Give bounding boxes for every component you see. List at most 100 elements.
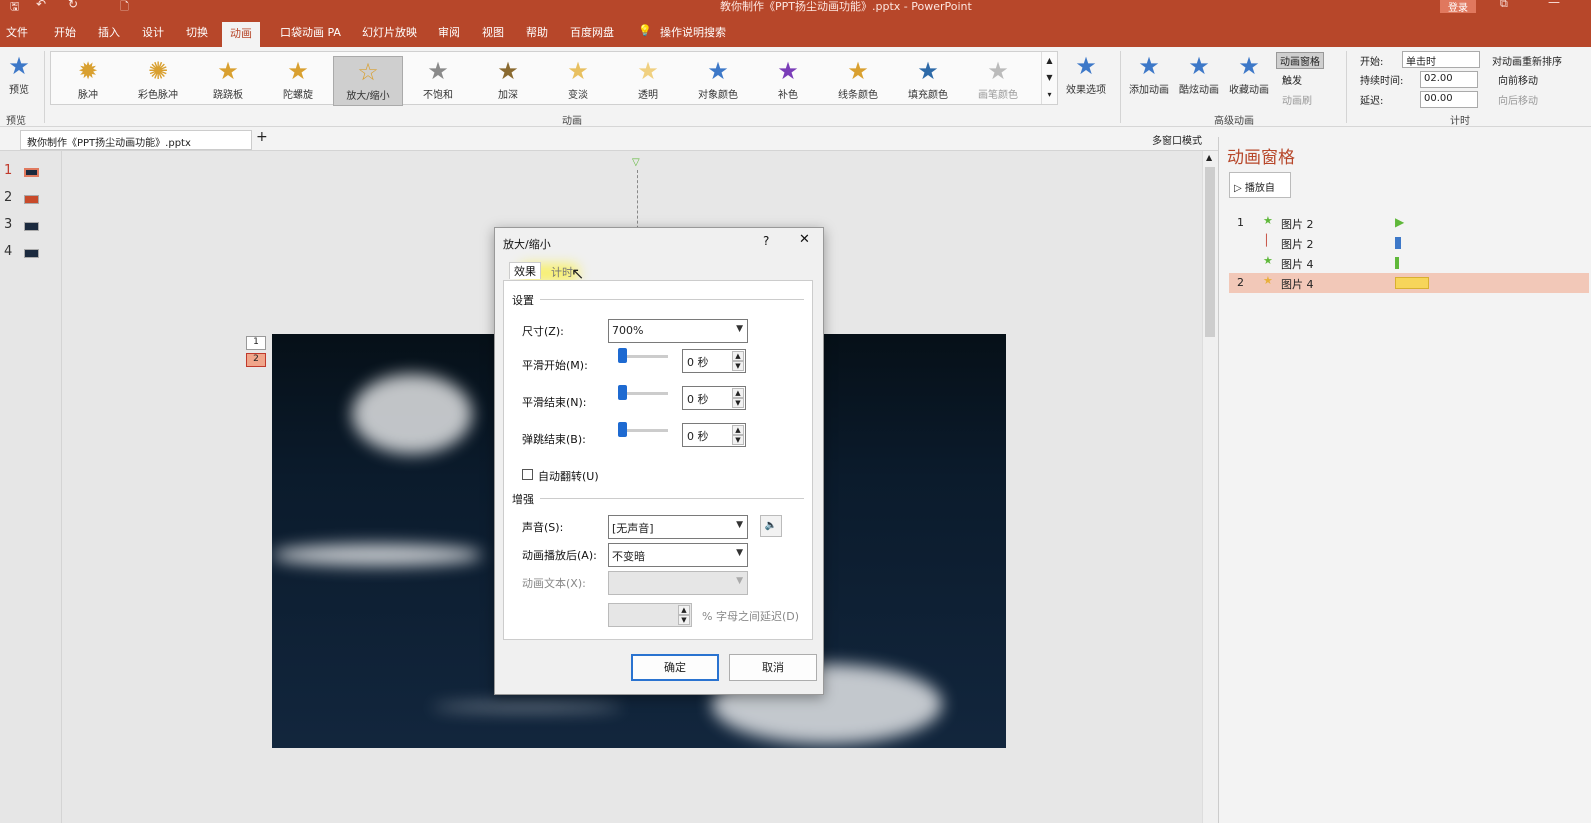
delay-input[interactable]: 00.00 bbox=[1420, 91, 1478, 108]
spin-up-icon[interactable]: ▲ bbox=[732, 351, 744, 361]
spin-up-icon[interactable]: ▲ bbox=[732, 425, 744, 435]
slide-thumbnail-2[interactable] bbox=[24, 195, 39, 204]
smooth-start-slider[interactable] bbox=[618, 348, 668, 363]
gallery-scroll[interactable]: ▲ ▼ ▾ bbox=[1041, 52, 1057, 104]
login-button[interactable]: 登录 bbox=[1440, 0, 1476, 14]
effect-object-color[interactable]: ★ 对象颜色 bbox=[683, 56, 753, 106]
move-earlier-button[interactable]: 向前移动 bbox=[1498, 72, 1538, 87]
spin-up-icon[interactable]: ▲ bbox=[732, 388, 744, 398]
cancel-button[interactable]: 取消 bbox=[729, 654, 817, 681]
tab-transitions[interactable]: 切换 bbox=[186, 24, 208, 40]
start-select[interactable]: 单击时 bbox=[1402, 51, 1480, 68]
smooth-end-slider[interactable] bbox=[618, 385, 668, 400]
effect-options-button[interactable]: ★ 效果选项 bbox=[1060, 51, 1112, 101]
slide-thumbnail-4[interactable] bbox=[24, 249, 39, 258]
animation-item[interactable]: 1 ★ 图片 2 ▶ bbox=[1227, 213, 1587, 233]
tab-effect[interactable]: 效果 bbox=[509, 262, 541, 279]
add-animation-button[interactable]: ★ 添加动画 bbox=[1124, 51, 1174, 101]
letter-delay-input[interactable]: ▲ ▼ bbox=[608, 603, 692, 627]
effect-color-pulse[interactable]: ✺ 彩色脉冲 bbox=[123, 56, 193, 106]
size-combo[interactable]: 700% ▼ bbox=[608, 319, 748, 343]
effect-darken[interactable]: ★ 加深 bbox=[473, 56, 543, 106]
slider-knob[interactable] bbox=[618, 385, 627, 400]
new-tab-icon[interactable]: + bbox=[256, 129, 268, 145]
animation-pane-button[interactable]: 动画窗格 bbox=[1276, 52, 1324, 69]
tab-design[interactable]: 设计 bbox=[142, 24, 164, 40]
multi-window-button[interactable]: 多窗口模式 bbox=[1152, 132, 1202, 147]
effect-pulse[interactable]: ✹ 脉冲 bbox=[53, 56, 123, 106]
tab-animations[interactable]: 动画 bbox=[222, 22, 260, 47]
slider-knob[interactable] bbox=[618, 348, 627, 363]
spin-down-icon[interactable]: ▼ bbox=[732, 361, 744, 371]
spin-down-icon[interactable]: ▼ bbox=[678, 615, 690, 625]
smoke-cloud-image[interactable] bbox=[352, 374, 472, 454]
speaker-icon[interactable]: 🔈 bbox=[760, 515, 782, 537]
animation-item[interactable]: │ 图片 2 bbox=[1227, 233, 1587, 253]
undo-icon[interactable]: ↶ bbox=[36, 0, 46, 11]
effect-lighten[interactable]: ★ 变淡 bbox=[543, 56, 613, 106]
effect-grow-shrink[interactable]: ☆ 放大/缩小 bbox=[333, 56, 403, 106]
tab-home[interactable]: 开始 bbox=[54, 24, 76, 40]
document-tab[interactable]: 教你制作《PPT扬尘动画功能》.pptx bbox=[20, 130, 252, 150]
slide-thumbnail-3[interactable] bbox=[24, 222, 39, 231]
scroll-thumb[interactable] bbox=[1205, 167, 1215, 337]
slider-knob[interactable] bbox=[618, 422, 627, 437]
effect-teeter[interactable]: ★ 跷跷板 bbox=[193, 56, 263, 106]
effect-brush-color[interactable]: ★ 画笔颜色 bbox=[963, 56, 1033, 106]
tab-view[interactable]: 视图 bbox=[482, 24, 504, 40]
tab-review[interactable]: 审阅 bbox=[438, 24, 460, 40]
sound-combo[interactable]: [无声音] ▼ bbox=[608, 515, 748, 539]
tab-baidu-netdisk[interactable]: 百度网盘 bbox=[570, 24, 614, 40]
search-hint[interactable]: 操作说明搜索 bbox=[660, 24, 726, 40]
effect-complementary[interactable]: ★ 补色 bbox=[753, 56, 823, 106]
spin-up-icon[interactable]: ▲ bbox=[678, 605, 690, 615]
effect-line-color[interactable]: ★ 线条颜色 bbox=[823, 56, 893, 106]
spin-down-icon[interactable]: ▼ bbox=[732, 398, 744, 408]
redo-icon[interactable]: ↻ bbox=[68, 0, 78, 11]
spin-down-icon[interactable]: ▼ bbox=[732, 435, 744, 445]
smoke-line-image[interactable] bbox=[432, 704, 622, 710]
tab-timing[interactable]: 计时 bbox=[551, 264, 573, 280]
tab-slideshow[interactable]: 幻灯片放映 bbox=[362, 24, 417, 40]
help-button[interactable]: ? bbox=[763, 234, 769, 248]
animation-marker-1[interactable]: 1 bbox=[246, 336, 266, 350]
animation-pane-title: 动画窗格 bbox=[1227, 148, 1295, 168]
scroll-up-icon[interactable]: ▲ bbox=[1206, 153, 1212, 162]
tab-insert[interactable]: 插入 bbox=[98, 24, 120, 40]
bounce-end-slider[interactable] bbox=[618, 422, 668, 437]
animation-painter-button[interactable]: 动画刷 bbox=[1282, 92, 1312, 107]
smooth-end-input[interactable]: 0 秒 ▲ ▼ bbox=[682, 386, 746, 410]
tab-file[interactable]: 文件 bbox=[6, 24, 28, 40]
favorite-animation-button[interactable]: ★ 收藏动画 bbox=[1224, 51, 1274, 101]
minimize-icon[interactable]: — bbox=[1548, 0, 1560, 9]
tab-help[interactable]: 帮助 bbox=[526, 24, 548, 40]
animation-item[interactable]: ★ 图片 4 bbox=[1227, 253, 1587, 273]
animation-item-selected[interactable]: 2 ★ 图片 4 bbox=[1229, 273, 1589, 293]
ok-button[interactable]: 确定 bbox=[631, 654, 719, 681]
favorite-animation-label: 收藏动画 bbox=[1229, 85, 1269, 96]
effect-desaturate[interactable]: ★ 不饱和 bbox=[403, 56, 473, 106]
slide-thumbnail-1[interactable] bbox=[24, 168, 39, 177]
trigger-button[interactable]: 触发 bbox=[1282, 72, 1302, 87]
duration-input[interactable]: 02.00 bbox=[1420, 71, 1478, 88]
animate-text-combo[interactable]: ▼ bbox=[608, 571, 748, 595]
tab-pocket-animation[interactable]: 口袋动画 PA bbox=[280, 24, 341, 40]
auto-reverse-checkbox[interactable] bbox=[522, 469, 533, 480]
bounce-end-input[interactable]: 0 秒 ▲ ▼ bbox=[682, 423, 746, 447]
vertical-scrollbar[interactable]: ▲ bbox=[1202, 151, 1218, 823]
play-from-button[interactable]: ▷ 播放自 bbox=[1229, 172, 1291, 198]
smoke-streak-image[interactable] bbox=[272, 544, 482, 566]
timing-bar bbox=[1395, 237, 1401, 249]
effect-spin[interactable]: ★ 陀螺旋 bbox=[263, 56, 333, 106]
move-later-button[interactable]: 向后移动 bbox=[1498, 92, 1538, 107]
preview-button[interactable]: ★ 预览 bbox=[0, 51, 38, 101]
cool-animation-button[interactable]: ★ 酷炫动画 bbox=[1174, 51, 1224, 101]
restore-icon[interactable]: ⧉ bbox=[1500, 0, 1508, 11]
animation-marker-2[interactable]: 2 bbox=[246, 353, 266, 367]
after-animation-combo[interactable]: 不变暗 ▼ bbox=[608, 543, 748, 567]
smooth-start-input[interactable]: 0 秒 ▲ ▼ bbox=[682, 349, 746, 373]
effect-fill-color[interactable]: ★ 填充颜色 bbox=[893, 56, 963, 106]
effect-transparency[interactable]: ★ 透明 bbox=[613, 56, 683, 106]
close-button[interactable]: ✕ bbox=[799, 232, 810, 247]
value: 0 秒 bbox=[687, 393, 709, 406]
